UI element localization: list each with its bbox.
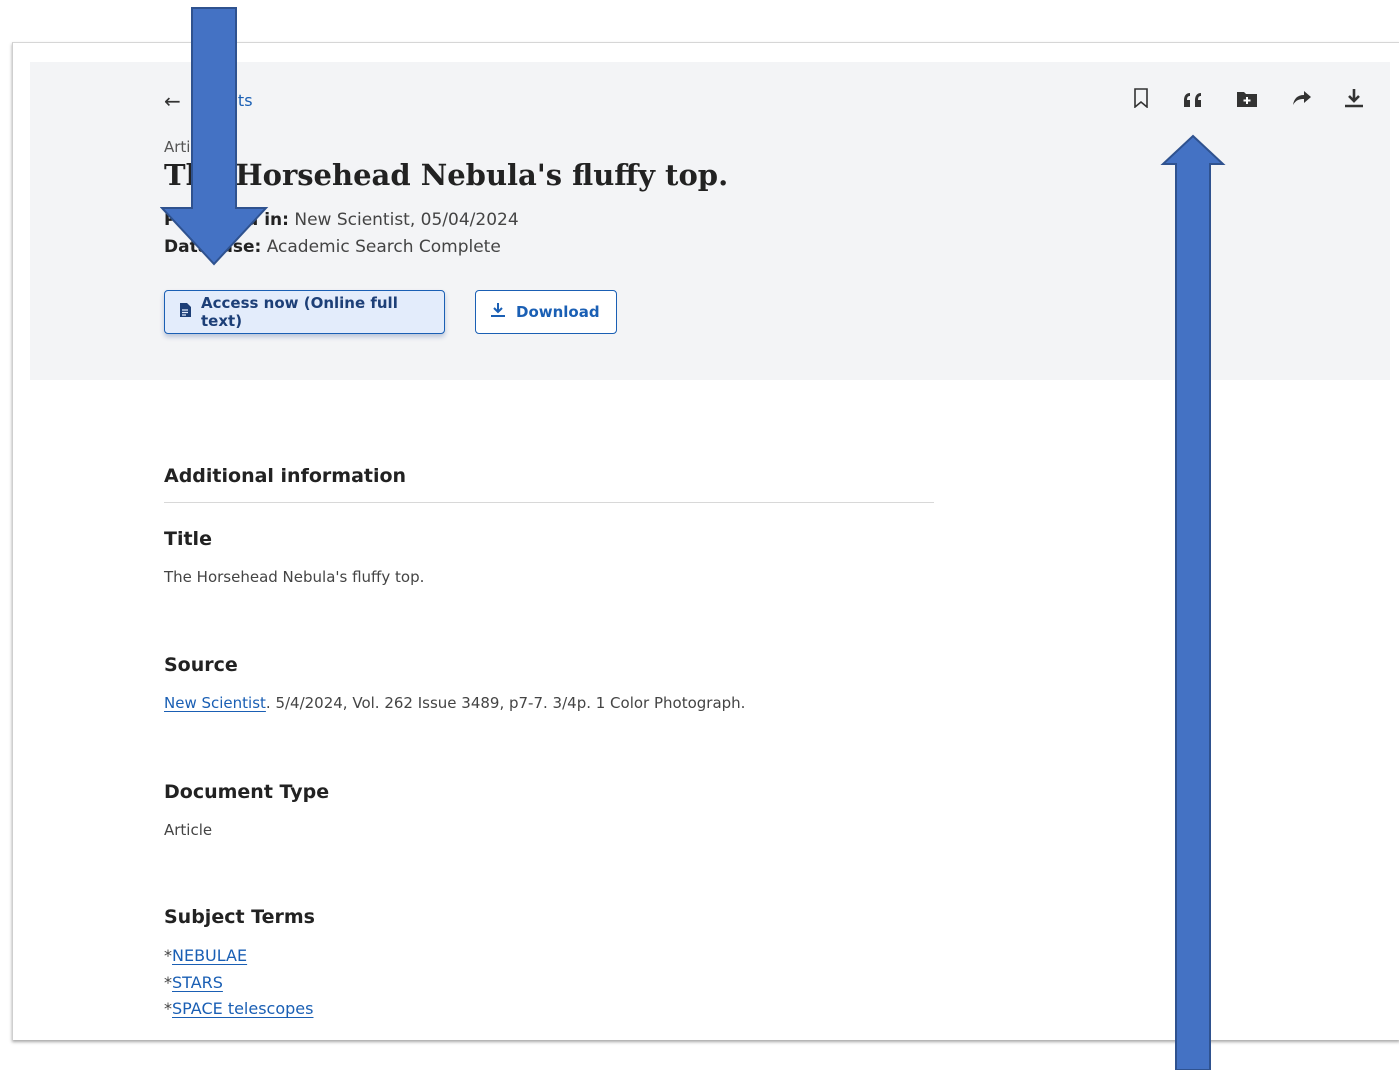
subject-term-marker: * bbox=[164, 999, 172, 1018]
additional-information-heading: Additional information bbox=[164, 465, 407, 487]
source-field-value: New Scientist. 5/4/2024, Vol. 262 Issue … bbox=[164, 694, 745, 712]
download-icon bbox=[490, 302, 506, 322]
published-in-value: New Scientist, 05/04/2024 bbox=[294, 210, 519, 230]
access-now-button[interactable]: Access now (Online full text) bbox=[164, 290, 445, 334]
subject-term-item: *NEBULAE bbox=[164, 946, 247, 965]
bookmark-icon[interactable] bbox=[1127, 88, 1155, 114]
subject-term-marker: * bbox=[164, 973, 172, 992]
document-type-field-label: Document Type bbox=[164, 781, 330, 803]
database-value: Academic Search Complete bbox=[266, 237, 501, 257]
subject-term-marker: * bbox=[164, 946, 172, 965]
annotation-arrow-up bbox=[1160, 134, 1226, 1070]
subject-term-link[interactable]: NEBULAE bbox=[172, 946, 247, 965]
document-icon bbox=[179, 303, 191, 321]
download-label: Download bbox=[516, 303, 600, 321]
subject-terms-label: Subject Terms bbox=[164, 906, 315, 928]
add-to-folder-icon[interactable] bbox=[1233, 88, 1261, 114]
quote-icon[interactable] bbox=[1180, 88, 1208, 114]
title-field-value: The Horsehead Nebula's fluffy top. bbox=[164, 568, 425, 586]
document-type-field-value: Article bbox=[164, 821, 213, 839]
subject-term-item: *STARS bbox=[164, 973, 223, 992]
subject-term-item: *SPACE telescopes bbox=[164, 999, 313, 1018]
source-journal-link[interactable]: New Scientist bbox=[164, 694, 266, 712]
source-field-label: Source bbox=[164, 654, 238, 676]
subject-term-link[interactable]: SPACE telescopes bbox=[172, 999, 313, 1018]
section-divider bbox=[164, 502, 934, 503]
share-icon[interactable] bbox=[1288, 88, 1316, 114]
title-field-label: Title bbox=[164, 528, 212, 550]
download-icon[interactable] bbox=[1340, 88, 1368, 114]
article-toolbar bbox=[1125, 88, 1375, 114]
annotation-arrow-down bbox=[160, 7, 269, 266]
download-button[interactable]: Download bbox=[475, 290, 617, 334]
subject-term-link[interactable]: STARS bbox=[172, 973, 223, 992]
source-details: . 5/4/2024, Vol. 262 Issue 3489, p7-7. 3… bbox=[265, 694, 746, 712]
access-now-label: Access now (Online full text) bbox=[201, 294, 398, 330]
